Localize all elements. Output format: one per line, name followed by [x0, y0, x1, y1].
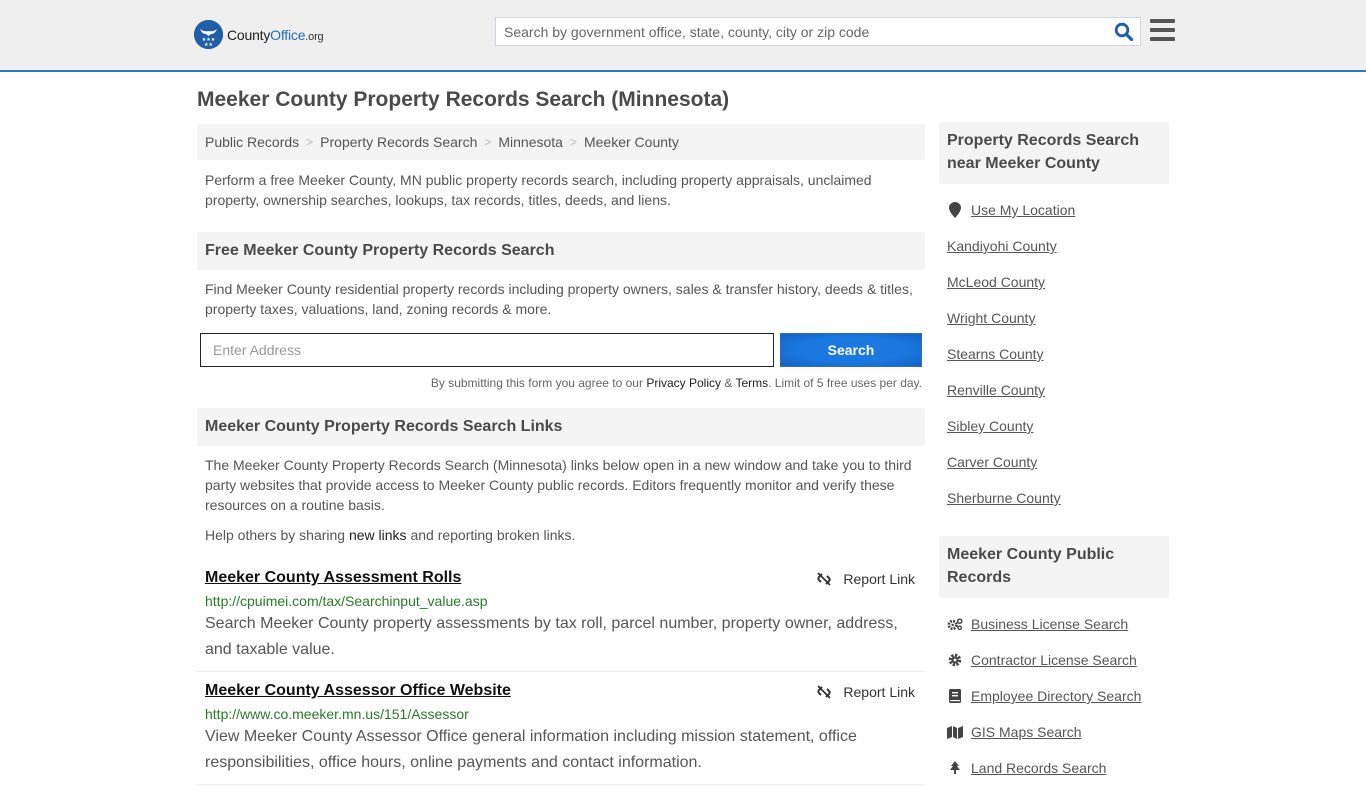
free-search-description: Find Meeker County residential property … — [205, 281, 913, 317]
gis-maps-search-link[interactable]: GIS Maps Search — [971, 724, 1082, 740]
nearby-county-item: Wright County — [947, 300, 1161, 336]
public-record-item: Employee Directory Search — [947, 678, 1161, 714]
county-link-wright[interactable]: Wright County — [947, 310, 1035, 326]
site-search-input[interactable] — [496, 18, 1096, 45]
contractor-license-search-link[interactable]: Contractor License Search — [971, 652, 1137, 668]
business-license-search-link[interactable]: Business License Search — [971, 616, 1128, 632]
site-search — [495, 17, 1141, 46]
link-url: http://cpuimei.com/tax/Searchinput_value… — [205, 593, 488, 609]
privacy-policy-link[interactable]: Privacy Policy — [646, 376, 721, 390]
nearby-county-item: Kandiyohi County — [947, 228, 1161, 264]
public-record-item: Business License Search — [947, 606, 1161, 642]
county-link-carver[interactable]: Carver County — [947, 454, 1037, 470]
breadcrumb-meeker-county[interactable]: Meeker County — [584, 134, 679, 150]
address-input[interactable] — [200, 333, 774, 367]
eagle-logo-icon: ★★★ ★★ — [194, 20, 223, 49]
breadcrumb-minnesota[interactable]: Minnesota — [498, 134, 563, 150]
terms-link[interactable]: Terms — [735, 376, 768, 390]
link-title[interactable]: Meeker County Assessor Office Website — [205, 682, 511, 699]
book-icon — [947, 688, 963, 704]
site-logo[interactable]: ★★★ ★★ CountyOffice.org — [194, 20, 324, 49]
nearby-county-item: Carver County — [947, 444, 1161, 480]
breadcrumb-separator: > — [306, 135, 314, 149]
public-records-heading: Meeker County Public Records — [939, 536, 1169, 598]
public-record-item: Land Records Search — [947, 750, 1161, 786]
nearby-heading: Property Records Search near Meeker Coun… — [939, 122, 1169, 184]
search-icon[interactable] — [1114, 22, 1134, 42]
county-link-stearns[interactable]: Stearns County — [947, 346, 1044, 362]
nearby-county-item: Stearns County — [947, 336, 1161, 372]
report-link-button[interactable]: Report Link — [816, 571, 915, 587]
form-disclaimer: By submitting this form you agree to our… — [430, 376, 922, 390]
public-records-list: Business License Search Contractor Licen… — [939, 606, 1169, 786]
broken-link-icon — [817, 572, 832, 586]
map-icon — [947, 724, 963, 740]
breadcrumb-property-records-search[interactable]: Property Records Search — [320, 134, 477, 150]
county-link-kandiyohi[interactable]: Kandiyohi County — [947, 238, 1057, 254]
address-search-form: Search — [197, 333, 925, 367]
links-heading: Meeker County Property Records Search Li… — [197, 408, 925, 446]
address-search-button[interactable]: Search — [780, 333, 922, 367]
report-link-button[interactable]: Report Link — [816, 684, 915, 700]
map-marker-icon — [947, 202, 963, 218]
links-description: The Meeker County Property Records Searc… — [205, 457, 912, 513]
tree-icon — [947, 760, 963, 776]
breadcrumb-separator: > — [569, 135, 577, 149]
broken-link-icon — [817, 685, 832, 699]
county-link-sibley[interactable]: Sibley County — [947, 418, 1033, 434]
main-content: Public Records > Property Records Search… — [197, 124, 925, 785]
county-link-renville[interactable]: Renville County — [947, 382, 1045, 398]
link-description: View Meeker County Assessor Office gener… — [205, 728, 857, 771]
help-text: Help others by sharing new links and rep… — [205, 527, 576, 543]
public-record-item: GIS Maps Search — [947, 714, 1161, 750]
nearby-county-item: Renville County — [947, 372, 1161, 408]
site-header: ★★★ ★★ CountyOffice.org — [0, 0, 1366, 72]
breadcrumb: Public Records > Property Records Search… — [197, 124, 925, 160]
svg-text:★★: ★★ — [204, 42, 213, 48]
link-title[interactable]: Meeker County Assessment Rolls — [205, 569, 461, 586]
link-description: Search Meeker County property assessment… — [205, 615, 898, 658]
hamburger-menu-icon[interactable] — [1150, 19, 1175, 41]
breadcrumb-separator: > — [484, 135, 492, 149]
cogs-icon — [947, 616, 963, 632]
gear-icon — [947, 652, 963, 668]
land-records-search-link[interactable]: Land Records Search — [971, 760, 1106, 776]
link-item: Meeker County Assessor Office Website Re… — [197, 672, 925, 785]
nearby-county-item: Sherburne County — [947, 480, 1161, 516]
sidebar: Property Records Search near Meeker Coun… — [939, 122, 1169, 786]
employee-directory-search-link[interactable]: Employee Directory Search — [971, 688, 1141, 704]
page-title: Meeker County Property Records Search (M… — [197, 88, 730, 111]
county-link-mcleod[interactable]: McLeod County — [947, 274, 1045, 290]
nearby-list: Use My Location Kandiyohi County McLeod … — [939, 192, 1169, 516]
free-search-heading: Free Meeker County Property Records Sear… — [197, 232, 925, 270]
nearby-county-item: Sibley County — [947, 408, 1161, 444]
link-item: Meeker County Assessment Rolls Report Li… — [197, 559, 925, 672]
public-record-item: Contractor License Search — [947, 642, 1161, 678]
nearby-county-item: McLeod County — [947, 264, 1161, 300]
link-url: http://www.co.meeker.mn.us/151/Assessor — [205, 706, 469, 722]
use-my-location-link[interactable]: Use My Location — [971, 202, 1075, 218]
breadcrumb-public-records[interactable]: Public Records — [205, 134, 299, 150]
new-links-link[interactable]: new links — [349, 527, 407, 543]
county-link-sherburne[interactable]: Sherburne County — [947, 490, 1061, 506]
intro-text: Perform a free Meeker County, MN public … — [205, 172, 872, 208]
use-location-item: Use My Location — [947, 192, 1161, 228]
logo-text: CountyOffice.org — [227, 26, 324, 43]
